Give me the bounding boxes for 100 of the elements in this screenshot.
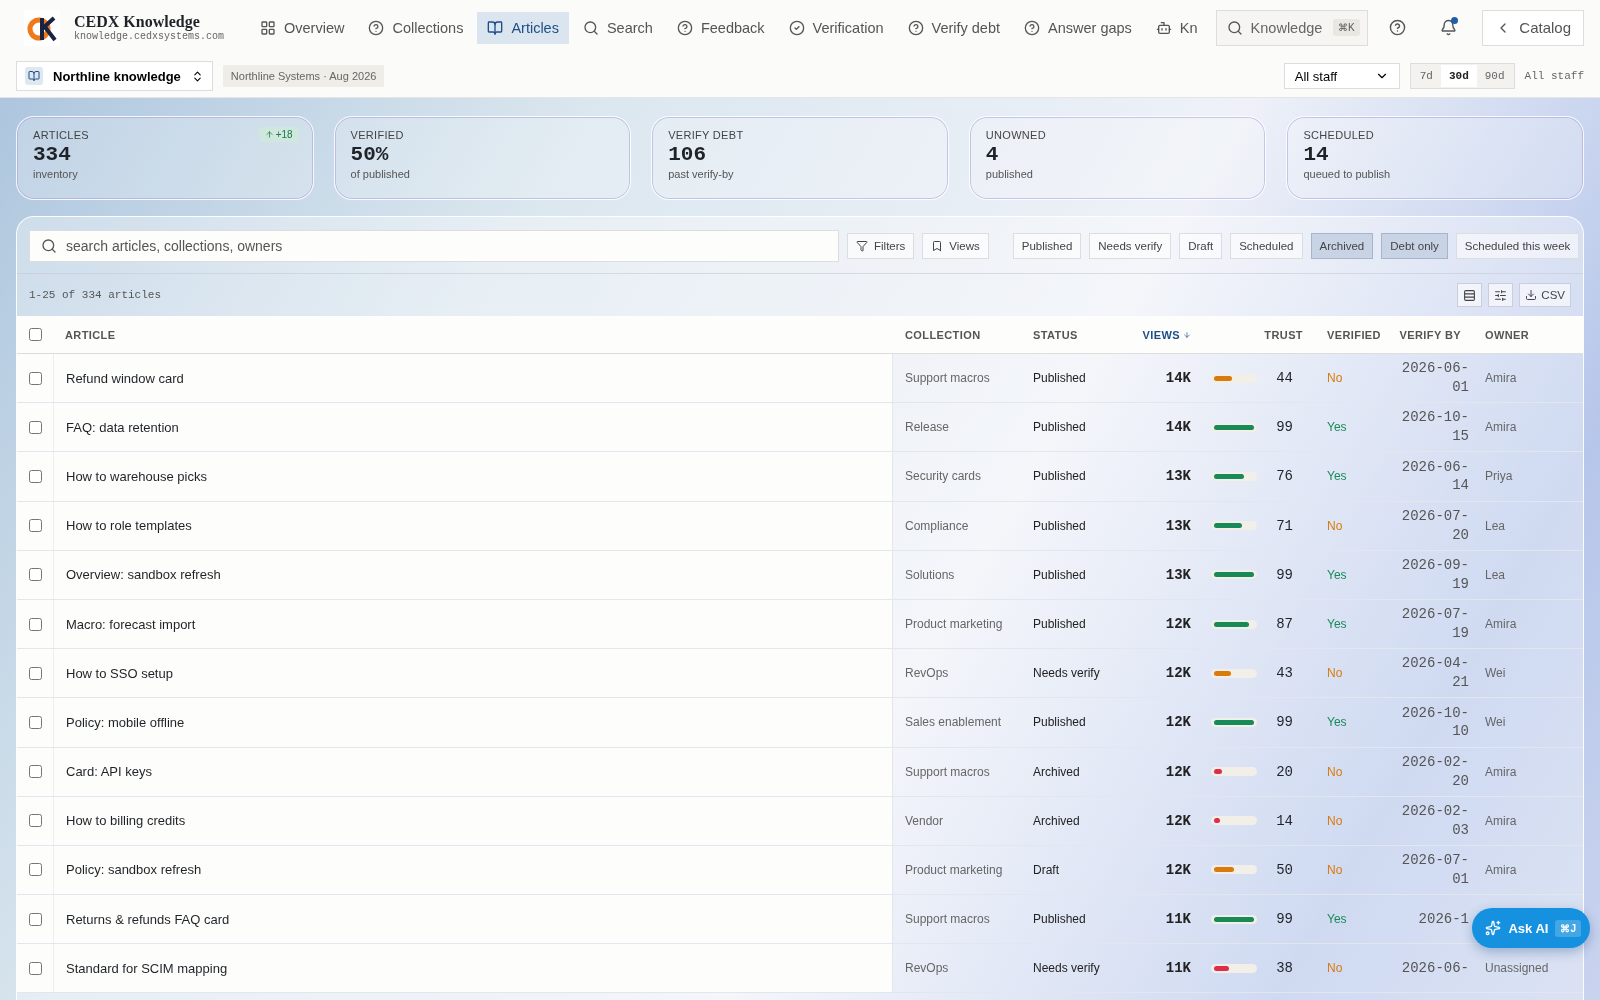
row-checkbox[interactable]: [28, 617, 42, 631]
audience-select[interactable]: All staff: [1283, 63, 1400, 89]
article-title[interactable]: Card: API keys: [53, 747, 893, 796]
nav-tab[interactable]: Feedback: [666, 11, 775, 44]
filter-icon: [856, 240, 868, 252]
views-cell-text: 14K: [1164, 418, 1192, 438]
export-button[interactable]: CSV: [1519, 283, 1571, 307]
article-title[interactable]: How to billing credits: [53, 796, 893, 845]
row-checkbox[interactable]: [28, 469, 42, 483]
article-title[interactable]: Macro: forecast import: [53, 599, 893, 649]
owner-cell-text: Amira: [1484, 419, 1518, 437]
range-option[interactable]: 7d: [1411, 65, 1441, 87]
status-cell-text: Published: [1032, 566, 1087, 584]
article-title[interactable]: How to warehouse picks: [53, 452, 893, 501]
column-header[interactable]: COLLECTION: [893, 328, 1021, 341]
nav-tab[interactable]: Articles: [477, 11, 569, 44]
article-title[interactable]: Overview: sandbox refresh: [53, 550, 893, 599]
book-icon: [487, 19, 504, 36]
collection-cell-text: Support macros: [904, 370, 991, 388]
sliders-icon: [1494, 288, 1508, 302]
trust-score: 87: [1275, 616, 1293, 633]
kpi-label: VERIFY DEBT: [668, 129, 744, 141]
views-cell-text: 11K: [1164, 959, 1192, 979]
article-title[interactable]: Policy: sandbox refresh: [53, 845, 893, 895]
verified-cell-text: No: [1326, 763, 1344, 781]
article-title[interactable]: Policy: mobile offline: [53, 698, 893, 747]
nav-tab[interactable]: Collections: [358, 11, 474, 44]
trust-score: 14: [1275, 812, 1293, 829]
article-title[interactable]: Standard for SCIM mapping: [53, 944, 893, 993]
row-checkbox[interactable]: [28, 863, 42, 877]
column-header[interactable]: VERIFY BY: [1385, 328, 1473, 341]
help-icon: [368, 19, 385, 36]
views-button[interactable]: Views: [922, 233, 989, 259]
column-header[interactable]: OWNER: [1473, 328, 1583, 341]
kpi-label: SCHEDULED: [1303, 129, 1374, 141]
status-cell-text: Published: [1032, 370, 1087, 388]
views-cell-text: 12K: [1164, 811, 1192, 831]
article-title[interactable]: Returns & refunds FAQ card: [53, 895, 893, 944]
filter-chip[interactable]: Scheduled: [1230, 233, 1303, 259]
density-button[interactable]: [1457, 283, 1483, 307]
nav-tab[interactable]: Verification: [778, 11, 894, 44]
verify-by-date: 2026-04-21: [1400, 654, 1470, 693]
verify-by-date: 2026-10-10: [1400, 703, 1470, 742]
row-checkbox[interactable]: [28, 420, 42, 434]
filter-chip[interactable]: Needs verify: [1089, 233, 1172, 259]
filter-chip[interactable]: Draft: [1179, 233, 1223, 259]
select-all-checkbox[interactable]: [28, 328, 42, 341]
article-title[interactable]: FAQ: data retention: [53, 403, 893, 452]
verified-cell-text: Yes: [1326, 566, 1348, 584]
verified-cell-text: No: [1326, 665, 1344, 683]
row-checkbox[interactable]: [28, 814, 42, 828]
nav-tab[interactable]: Answer gaps: [1014, 11, 1142, 44]
views-cell-text: 14K: [1164, 369, 1192, 389]
back-button[interactable]: Catalog: [1482, 9, 1584, 46]
row-checkbox[interactable]: [28, 961, 42, 975]
kpi-value: 334: [33, 143, 72, 166]
kpi-label: ARTICLES: [33, 129, 89, 141]
nav-tab[interactable]: Overview: [250, 11, 355, 44]
search-field[interactable]: search articles, collections, owners: [29, 230, 839, 262]
nav-tab[interactable]: Verify debt: [897, 11, 1011, 44]
filter-chip[interactable]: Scheduled this week: [1455, 233, 1580, 259]
collection-cell-text: Sales enablement: [904, 714, 1003, 732]
views-cell-text: 12K: [1164, 664, 1192, 684]
article-title[interactable]: Refund window card: [53, 354, 893, 403]
article-title[interactable]: How to SSO setup: [53, 649, 893, 698]
article-title[interactable]: How to role templates: [53, 501, 893, 550]
filter-chip[interactable]: Archived: [1310, 233, 1374, 259]
row-checkbox[interactable]: [28, 519, 42, 533]
column-header[interactable]: ARTICLE: [53, 328, 893, 341]
column-header[interactable]: STATUS: [1021, 328, 1127, 341]
filter-chip[interactable]: Published: [1012, 233, 1082, 259]
row-checkbox[interactable]: [28, 568, 42, 582]
collection-cell-text: Release: [904, 419, 951, 437]
nav-tab[interactable]: Kn: [1145, 11, 1208, 44]
verify-by-date: 2026-07-20: [1400, 506, 1470, 545]
column-header[interactable]: TRUST: [1203, 328, 1315, 341]
filters-button[interactable]: Filters: [847, 233, 915, 259]
column-header[interactable]: VERIFIED: [1315, 328, 1385, 341]
nav-tab[interactable]: Search: [572, 11, 663, 44]
sparkles-icon: [1485, 920, 1502, 936]
owner-cell-text: Lea: [1484, 517, 1507, 535]
row-checkbox[interactable]: [28, 912, 42, 926]
verified-cell-text: Yes: [1326, 911, 1348, 929]
kpi-value: 50%: [350, 143, 390, 166]
range-option[interactable]: 90d: [1476, 65, 1513, 87]
views-cell-text: 12K: [1164, 615, 1192, 635]
owner-cell-text: Amira: [1484, 812, 1518, 830]
columns-button[interactable]: [1488, 283, 1514, 307]
verified-cell-text: No: [1326, 812, 1344, 830]
row-checkbox[interactable]: [28, 765, 42, 779]
row-checkbox[interactable]: [28, 371, 42, 385]
column-header[interactable]: VIEWS: [1127, 328, 1203, 341]
workspace-switcher[interactable]: Northline knowledge: [16, 61, 213, 91]
collection-cell-text: Product marketing: [904, 861, 1004, 879]
owner-cell-text: Amira: [1484, 616, 1518, 634]
range-option[interactable]: 30d: [1440, 65, 1477, 87]
row-checkbox[interactable]: [28, 715, 42, 729]
row-checkbox[interactable]: [28, 666, 42, 680]
filter-chip[interactable]: Debt only: [1381, 233, 1448, 259]
kpi-caption: inventory: [33, 168, 79, 180]
